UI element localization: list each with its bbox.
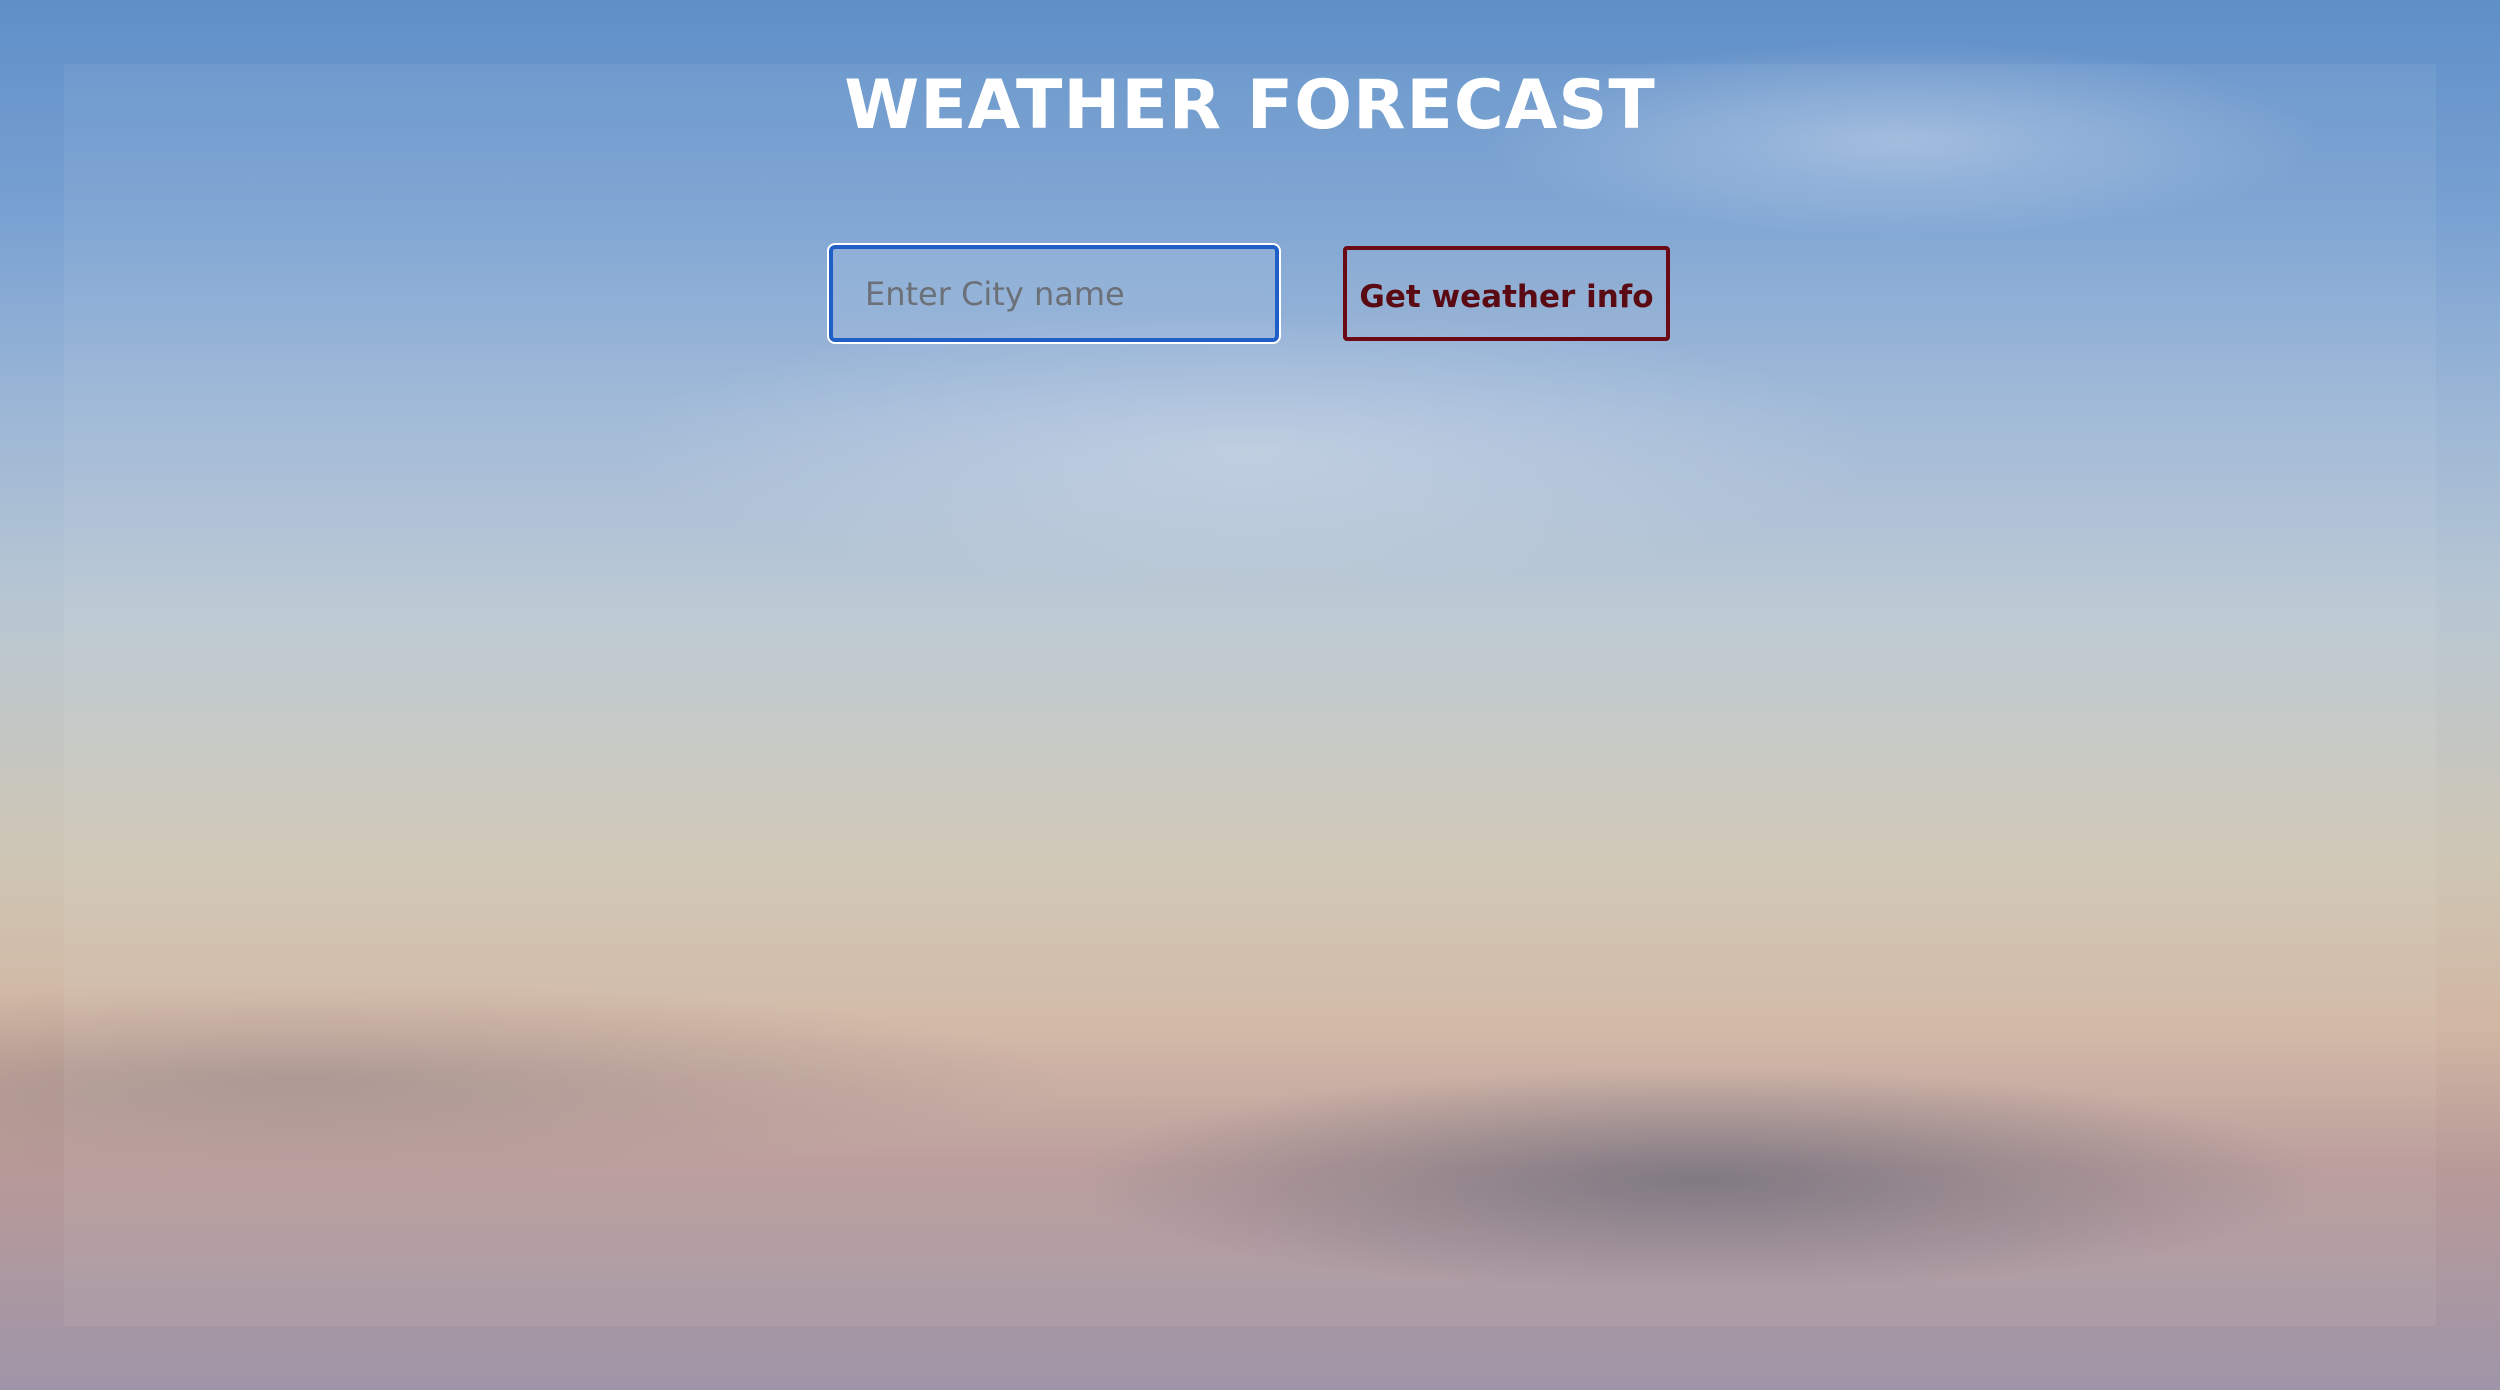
get-weather-button[interactable]: Get weather info [1343,246,1670,341]
city-name-input[interactable] [827,243,1281,344]
page-title: WEATHER FORECAST [844,66,1656,145]
